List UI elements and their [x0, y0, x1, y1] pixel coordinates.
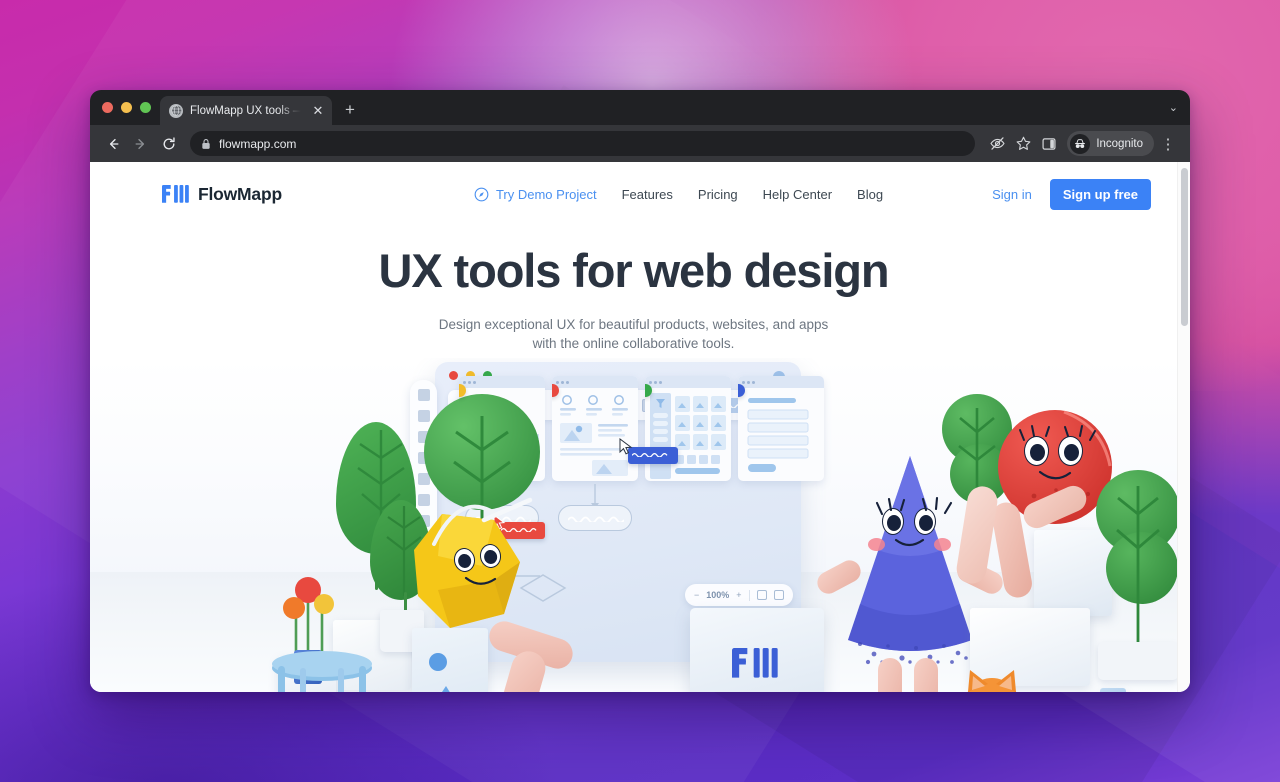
incognito-indicator[interactable]: Incognito	[1067, 131, 1154, 156]
brand-logo[interactable]: FlowMapp	[162, 184, 282, 205]
forward-button[interactable]	[128, 131, 154, 157]
hero-subtitle-line-1: Design exceptional UX for beautiful prod…	[438, 316, 829, 332]
illustration-alt-text: 3D illustration of FlowMapp sitemap app …	[90, 358, 91, 359]
site-navbar: FlowMapp Try Demo Project Features Prici…	[90, 162, 1177, 226]
cone-texture	[858, 642, 968, 668]
hero-illustration: 3D illustration of FlowMapp sitemap app …	[90, 358, 1177, 692]
orange-cat	[954, 668, 1094, 692]
maximize-window-button[interactable]	[140, 102, 151, 113]
list-view-icon[interactable]	[756, 590, 767, 600]
eye-slash-icon[interactable]	[985, 132, 1009, 156]
reload-button[interactable]	[156, 131, 182, 157]
auth-actions: Sign in Sign up free	[992, 178, 1151, 210]
nav-links: Try Demo Project Features Pricing Help C…	[474, 187, 883, 202]
url-text: flowmapp.com	[219, 136, 297, 151]
nav-item-try-demo-project[interactable]: Try Demo Project	[474, 187, 597, 202]
back-button[interactable]	[100, 131, 126, 157]
blue-stool	[272, 651, 372, 692]
character-smile	[1038, 470, 1072, 480]
browser-toolbar: flowmapp.com Incognito ⋮	[90, 125, 1190, 162]
hero-subtitle-line-2: with the online collaborative tools.	[532, 336, 735, 352]
zoom-level-label: 100%	[706, 590, 730, 600]
character-smile	[464, 576, 497, 585]
tabstrip-right-group: ⌄	[1169, 90, 1190, 125]
flow-node	[558, 505, 632, 531]
browser-menu-button[interactable]: ⋮	[1156, 132, 1180, 156]
nav-item-pricing[interactable]: Pricing	[698, 187, 738, 202]
plant-pot	[1098, 642, 1177, 680]
grid-view-icon[interactable]	[773, 590, 784, 600]
cursor-pointer-icon	[619, 438, 633, 455]
nav-item-label: Try Demo Project	[495, 186, 597, 202]
nav-item-help-center[interactable]: Help Center	[763, 187, 832, 202]
flowmapp-logo-icon	[732, 648, 778, 678]
side-panel-icon[interactable]	[1037, 132, 1061, 156]
character-eyelashes	[1019, 425, 1096, 441]
chevron-down-icon[interactable]: ⌄	[1169, 101, 1178, 114]
nav-item-blog[interactable]: Blog	[857, 187, 883, 202]
browser-window: FlowMapp UX tools — Sitemap ✕ + ⌄	[90, 90, 1190, 692]
zoom-in-button[interactable]: +	[736, 590, 741, 600]
tab-title: FlowMapp UX tools — Sitemap	[190, 104, 303, 117]
browser-tab[interactable]: FlowMapp UX tools — Sitemap ✕	[160, 96, 332, 125]
incognito-label: Incognito	[1096, 137, 1143, 150]
brand-name: FlowMapp	[198, 183, 282, 204]
close-tab-button[interactable]: ✕	[310, 103, 326, 119]
stage-block	[1100, 688, 1126, 692]
window-controls	[98, 90, 160, 125]
nav-item-features[interactable]: Features	[622, 187, 673, 202]
page-viewport: FlowMapp Try Demo Project Features Prici…	[90, 162, 1190, 692]
flowmapp-logo-icon	[162, 184, 189, 204]
globe-icon	[169, 103, 183, 118]
web-page: FlowMapp Try Demo Project Features Prici…	[90, 162, 1177, 692]
sign-up-free-button[interactable]: Sign up free	[1049, 178, 1151, 210]
star-icon[interactable]	[1011, 132, 1035, 156]
character-leg	[878, 658, 902, 692]
page-title: UX tools for web design	[378, 244, 889, 297]
character-leg	[914, 658, 938, 692]
minimize-window-button[interactable]	[121, 102, 132, 113]
address-bar[interactable]: flowmapp.com	[190, 131, 976, 156]
sign-in-link[interactable]: Sign in	[992, 187, 1032, 202]
zoom-control[interactable]: − 100% +	[685, 584, 793, 606]
hero-subtitle: Design exceptional UX for beautiful prod…	[90, 315, 1177, 354]
laptop-mockup	[690, 608, 824, 692]
compass-icon	[474, 187, 489, 202]
character-smile	[894, 538, 925, 547]
page-scrollbar[interactable]	[1177, 162, 1190, 692]
lock-icon	[201, 138, 211, 150]
round-tree	[1096, 470, 1177, 650]
scrollbar-thumb[interactable]	[1181, 168, 1188, 326]
cup-and-glass	[612, 690, 632, 692]
zoom-out-button[interactable]: −	[694, 590, 699, 600]
incognito-icon	[1070, 133, 1091, 154]
character-antenna	[432, 497, 533, 546]
tab-strip: FlowMapp UX tools — Sitemap ✕ + ⌄	[90, 90, 1190, 125]
close-window-button[interactable]	[102, 102, 113, 113]
hero-section: UX tools for web design Design exception…	[90, 226, 1177, 354]
new-tab-button[interactable]: +	[336, 96, 364, 125]
